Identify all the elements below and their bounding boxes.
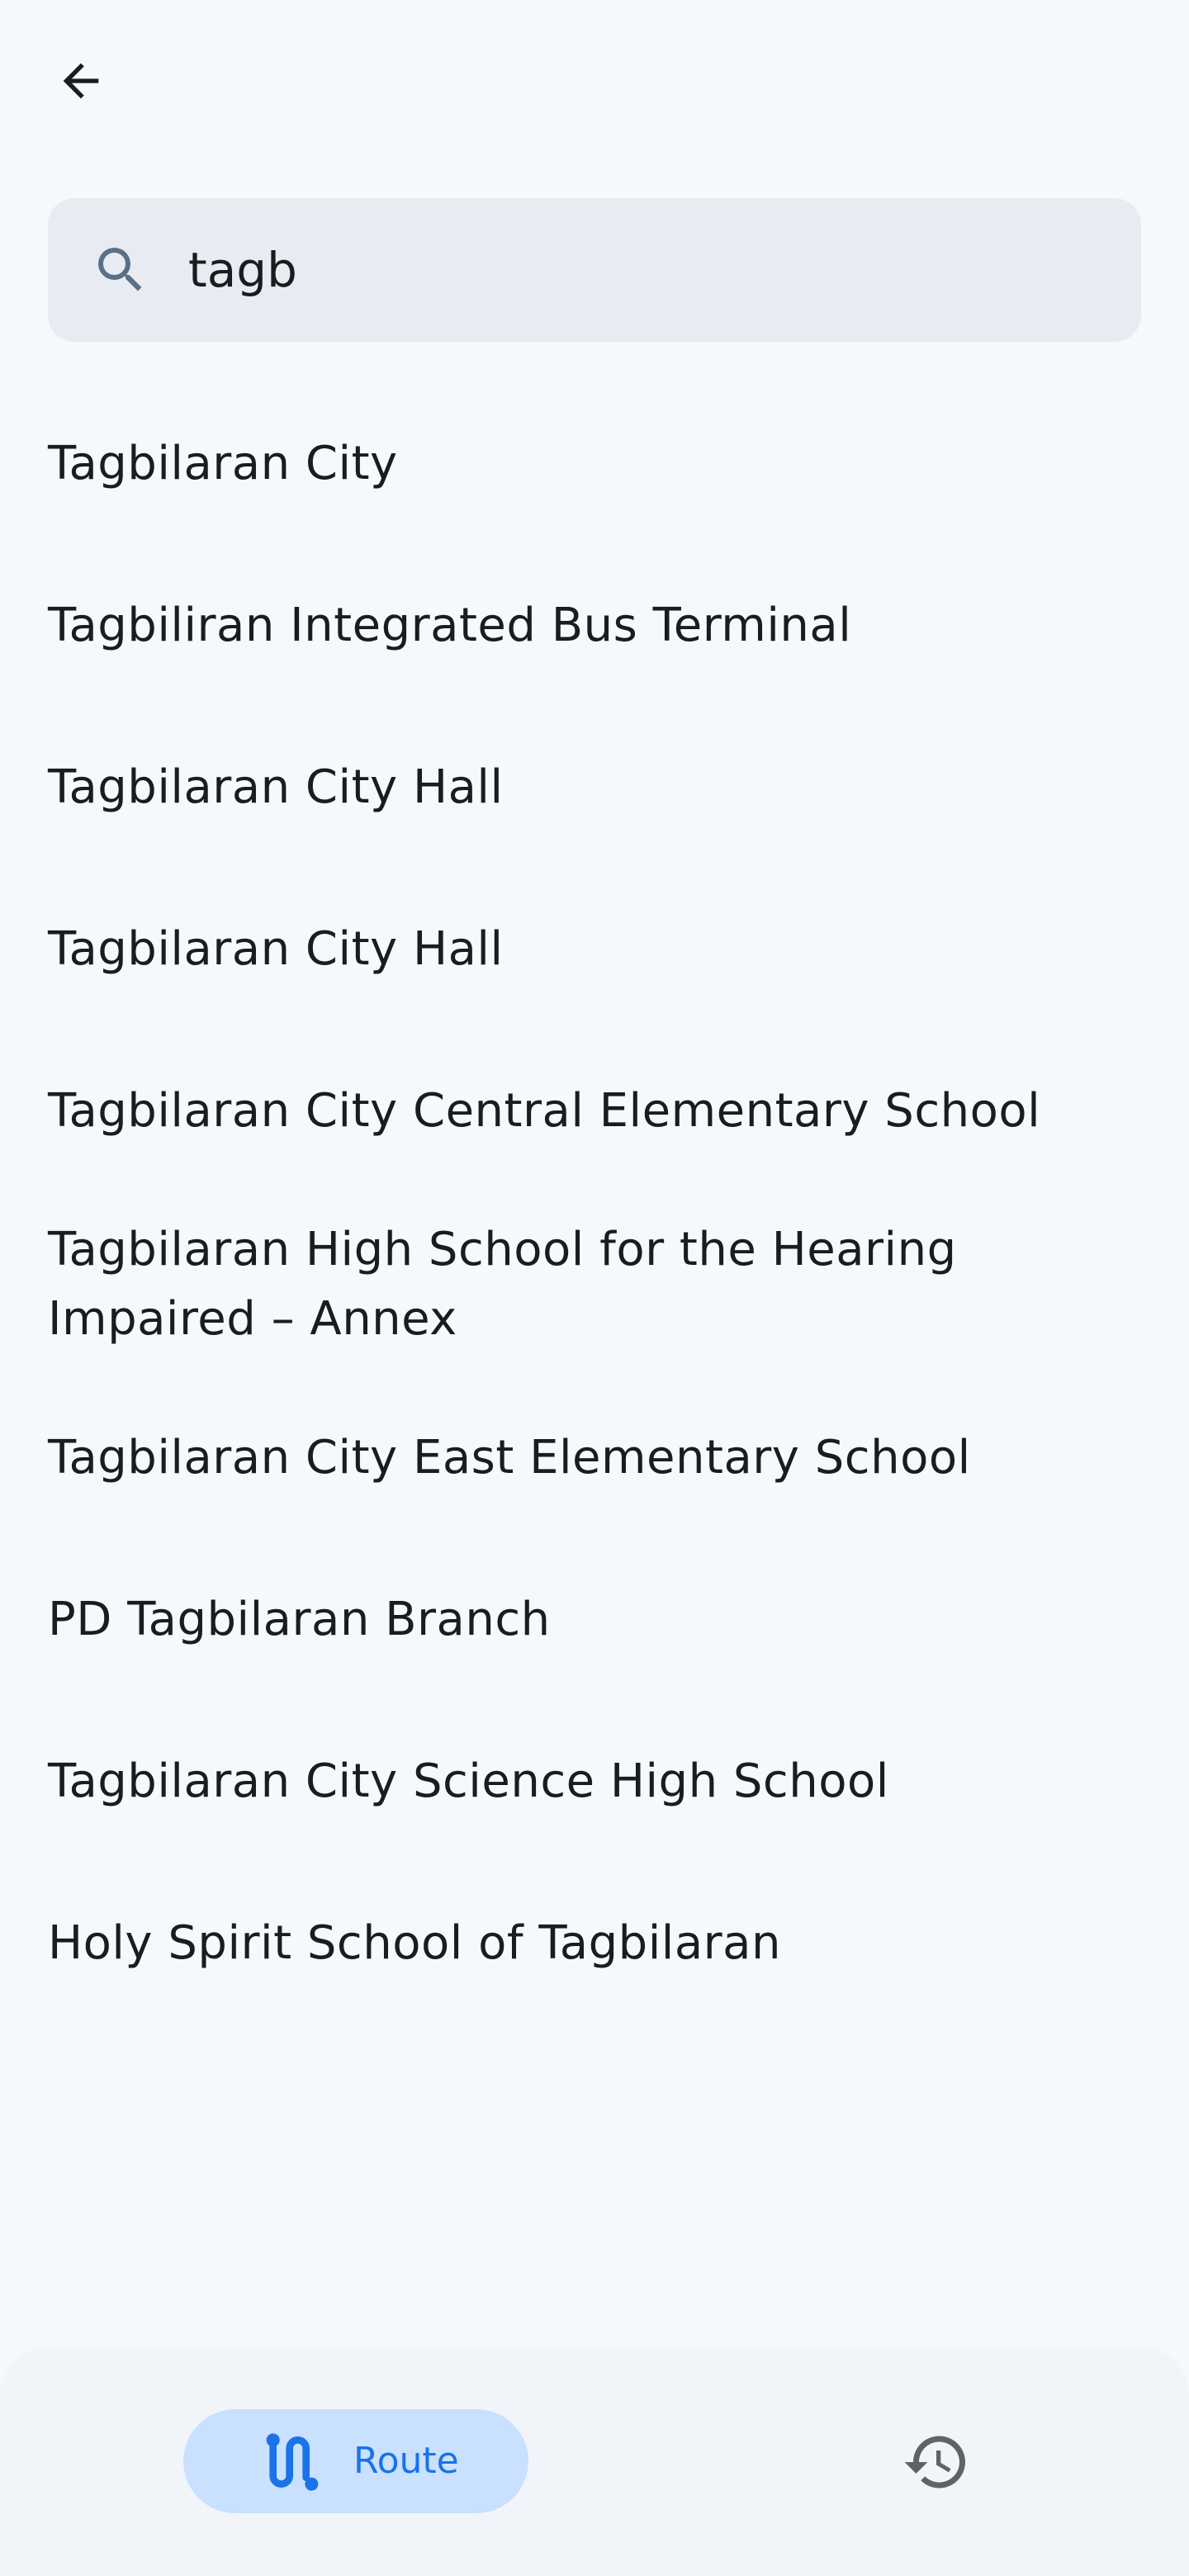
back-button[interactable] — [48, 48, 114, 114]
list-item-label: Tagbilaran City Central Elementary Schoo… — [48, 1084, 1041, 1138]
list-item[interactable]: Tagbilaran High School for the Hearing I… — [0, 1192, 1189, 1377]
bottom-navigation: Route — [0, 2346, 1189, 2576]
nav-route-label: Route — [353, 2440, 459, 2482]
search-icon — [88, 237, 154, 303]
list-item[interactable]: Tagbilaran City Science High School — [0, 1701, 1189, 1863]
list-item[interactable]: Tagbilaran City — [0, 383, 1189, 545]
route-icon — [266, 2433, 319, 2491]
list-item-label: PD Tagbilaran Branch — [48, 1593, 551, 1646]
list-item[interactable]: Tagbilaran City Hall — [0, 707, 1189, 869]
search-input[interactable] — [188, 198, 1097, 342]
nav-history-button[interactable] — [895, 2429, 978, 2495]
list-item-label: Holy Spirit School of Tagbilaran — [48, 1916, 781, 1970]
arrow-back-icon — [63, 63, 99, 99]
list-item-label: Tagbilaran City Hall — [48, 922, 504, 976]
list-item[interactable]: Tagbiliran Integrated Bus Terminal — [0, 545, 1189, 707]
list-item-label: Tagbilaran City East Elementary School — [48, 1431, 971, 1485]
search-results-list: Tagbilaran City Tagbiliran Integrated Bu… — [0, 383, 1189, 2024]
list-item[interactable]: PD Tagbilaran Branch — [0, 1539, 1189, 1701]
nav-route-button[interactable]: Route — [183, 2409, 528, 2513]
history-icon — [904, 2436, 965, 2488]
list-item-label: Tagbilaran High School for the Hearing I… — [48, 1223, 957, 1346]
search-bar[interactable] — [48, 198, 1141, 342]
list-item[interactable]: Holy Spirit School of Tagbilaran — [0, 1863, 1189, 2024]
list-item-label: Tagbilaran City Science High School — [48, 1754, 889, 1808]
list-item[interactable]: Tagbilaran City East Elementary School — [0, 1377, 1189, 1539]
list-item[interactable]: Tagbilaran City Hall — [0, 869, 1189, 1030]
list-item-label: Tagbilaran City — [48, 437, 398, 490]
list-item-label: Tagbiliran Integrated Bus Terminal — [48, 599, 852, 652]
list-item[interactable]: Tagbilaran City Central Elementary Schoo… — [0, 1030, 1189, 1192]
list-item-label: Tagbilaran City Hall — [48, 760, 504, 814]
